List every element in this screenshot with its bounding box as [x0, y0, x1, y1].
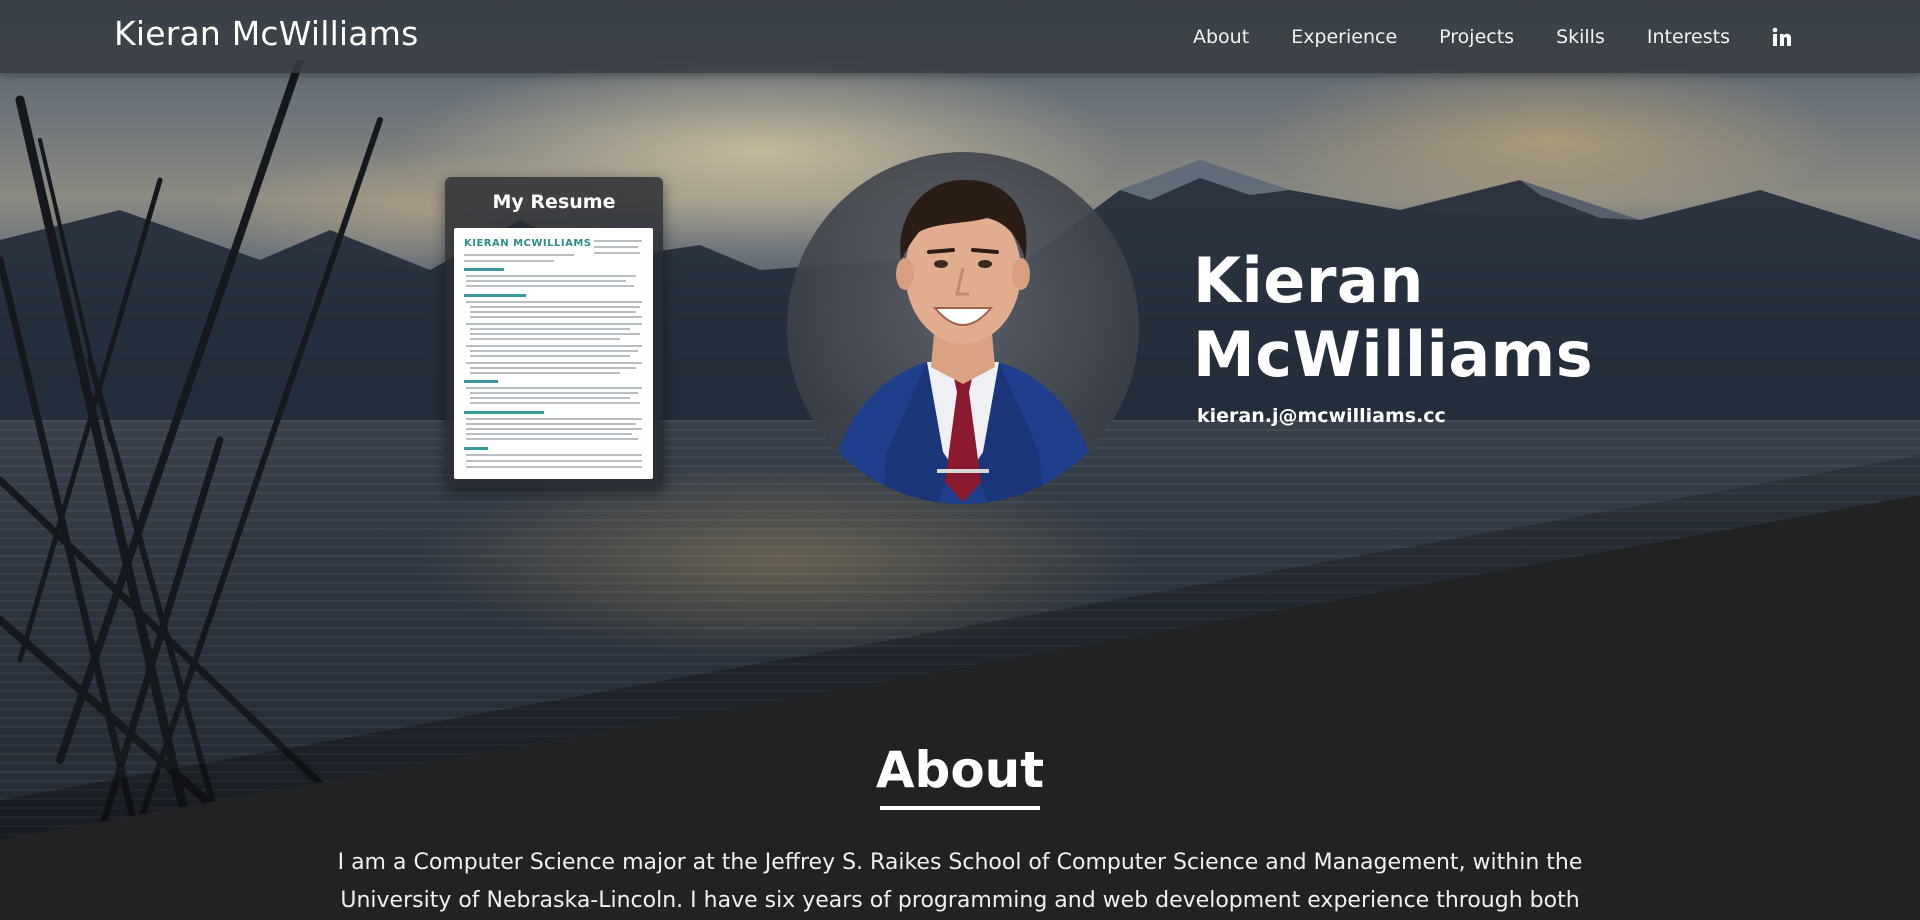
- about-heading: About: [875, 741, 1045, 799]
- nav-link-interests[interactable]: Interests: [1647, 26, 1730, 48]
- hero-name-first: Kieran: [1193, 244, 1424, 317]
- navbar: Kieran McWilliams About Experience Proje…: [0, 0, 1920, 73]
- nav-links: About Experience Projects Skills Interes…: [1151, 0, 1792, 73]
- nav-link-projects[interactable]: Projects: [1439, 26, 1514, 48]
- nav-link-about[interactable]: About: [1193, 26, 1249, 48]
- resume-title: My Resume: [492, 191, 616, 213]
- resume-thumbnail[interactable]: KIERAN MCWILLIAMS: [454, 228, 653, 479]
- hero-name-last: McWilliams: [1193, 318, 1594, 391]
- brand-link[interactable]: Kieran McWilliams: [114, 14, 418, 53]
- about-paragraph: I am a Computer Science major at the Jef…: [337, 850, 1583, 913]
- profile-photo: [787, 152, 1139, 504]
- nav-link-experience[interactable]: Experience: [1291, 26, 1397, 48]
- hero-name: Kieran McWilliams: [1193, 244, 1713, 392]
- nav-link-skills[interactable]: Skills: [1556, 26, 1605, 48]
- linkedin-icon[interactable]: [1772, 27, 1792, 47]
- about-heading-underline: [880, 806, 1040, 810]
- email-link[interactable]: kieran.j@mcwilliams.cc: [1197, 405, 1446, 427]
- resume-card[interactable]: My Resume KIERAN MCWILLIAMS: [445, 177, 663, 488]
- resume-thumbnail-name: KIERAN MCWILLIAMS: [464, 238, 592, 249]
